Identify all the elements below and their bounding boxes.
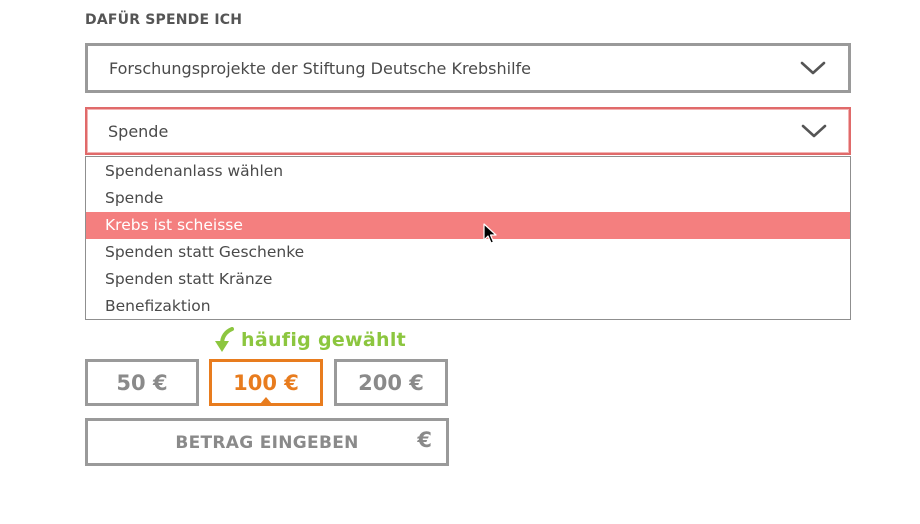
selected-notch — [260, 397, 272, 404]
mouse-cursor-icon — [483, 223, 497, 244]
amount-200-button[interactable]: 200 € — [334, 359, 448, 406]
dropdown-option-highlighted[interactable]: Krebs ist scheisse — [86, 212, 850, 239]
occasion-dropdown-list: Spendenanlass wählen Spende Krebs ist sc… — [85, 156, 851, 320]
custom-amount-input[interactable]: BETRAG EINGEBEN € — [85, 418, 449, 466]
dropdown-option[interactable]: Spendenanlass wählen — [86, 158, 850, 185]
chevron-down-icon — [800, 61, 826, 75]
popular-label: häufig gewählt — [241, 329, 407, 351]
amount-50-button[interactable]: 50 € — [85, 359, 199, 406]
amount-100-label: 100 € — [233, 370, 299, 395]
popular-hint: häufig gewählt — [212, 326, 406, 354]
section-label: DAFÜR SPENDE ICH — [85, 12, 243, 28]
donation-form: DAFÜR SPENDE ICH Forschungsprojekte der … — [0, 0, 920, 524]
amount-100-button[interactable]: 100 € — [209, 359, 323, 406]
chevron-down-icon — [801, 124, 827, 138]
curved-arrow-down-icon — [215, 327, 234, 352]
dropdown-option[interactable]: Benefizaktion — [86, 293, 850, 320]
custom-amount-placeholder: BETRAG EINGEBEN — [175, 433, 359, 453]
dropdown-option[interactable]: Spenden statt Geschenke — [86, 239, 850, 266]
project-select[interactable]: Forschungsprojekte der Stiftung Deutsche… — [85, 43, 851, 93]
euro-icon: € — [417, 428, 432, 452]
occasion-select[interactable]: Spende — [85, 107, 851, 155]
project-select-value: Forschungsprojekte der Stiftung Deutsche… — [109, 58, 532, 78]
dropdown-option[interactable]: Spenden statt Kränze — [86, 266, 850, 293]
dropdown-option[interactable]: Spende — [86, 185, 850, 212]
occasion-select-value: Spende — [108, 121, 169, 141]
